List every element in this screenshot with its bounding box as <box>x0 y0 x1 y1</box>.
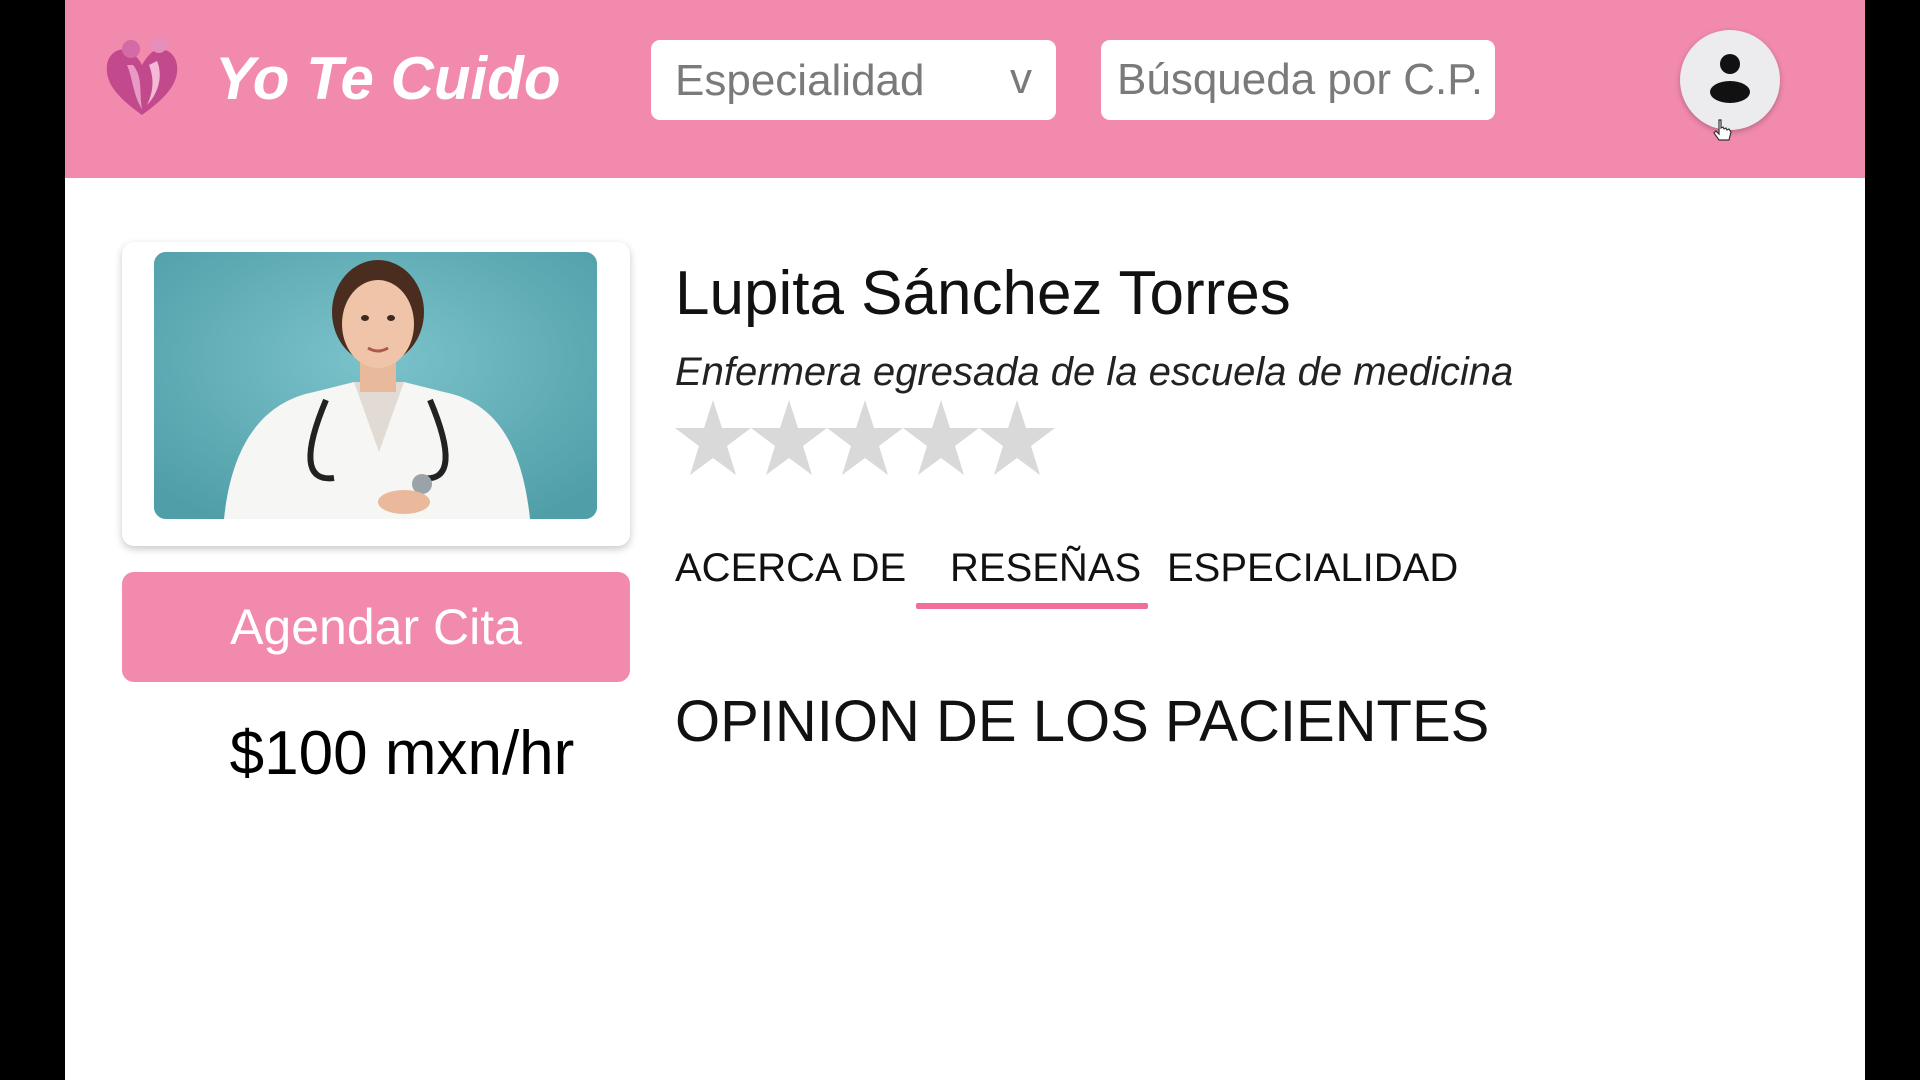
user-avatar-icon[interactable] <box>1680 30 1780 130</box>
app-window: Yo Te Cuido Especialidad v Búsqueda por … <box>65 0 1865 1080</box>
profile-photo-card <box>122 242 630 546</box>
caregiver-subtitle: Enfermera egresada de la escuela de medi… <box>675 350 1514 394</box>
star-icon[interactable] <box>903 398 979 478</box>
hourly-price: $100 mxn/hr <box>229 719 575 788</box>
mouse-cursor-icon <box>1713 118 1733 144</box>
active-tab-indicator <box>916 603 1148 609</box>
specialty-select-value: Especialidad <box>675 56 925 105</box>
caregiver-name: Lupita Sánchez Torres <box>675 259 1291 328</box>
star-icon[interactable] <box>827 398 903 478</box>
nurse-portrait <box>154 252 597 519</box>
tab-reviews[interactable]: RESEÑAS <box>950 546 1141 591</box>
star-icon[interactable] <box>979 398 1055 478</box>
reviews-heading: OPINION DE LOS PACIENTES <box>675 689 1490 754</box>
book-appointment-button[interactable]: Agendar Cita <box>122 572 630 682</box>
star-icon[interactable] <box>751 398 827 478</box>
specialty-select[interactable]: Especialidad v <box>651 40 1056 120</box>
top-header: Yo Te Cuido Especialidad v <box>65 0 1865 178</box>
chevron-down-icon: v <box>1010 54 1032 103</box>
star-icon[interactable] <box>675 398 751 478</box>
tab-about[interactable]: ACERCA DE <box>675 546 906 591</box>
brand-name[interactable]: Yo Te Cuido <box>215 44 561 113</box>
star-rating[interactable] <box>675 398 1055 488</box>
zip-code-search-input[interactable] <box>1101 40 1495 120</box>
family-heart-icon[interactable] <box>103 35 181 119</box>
tab-specialty[interactable]: ESPECIALIDAD <box>1167 546 1458 591</box>
